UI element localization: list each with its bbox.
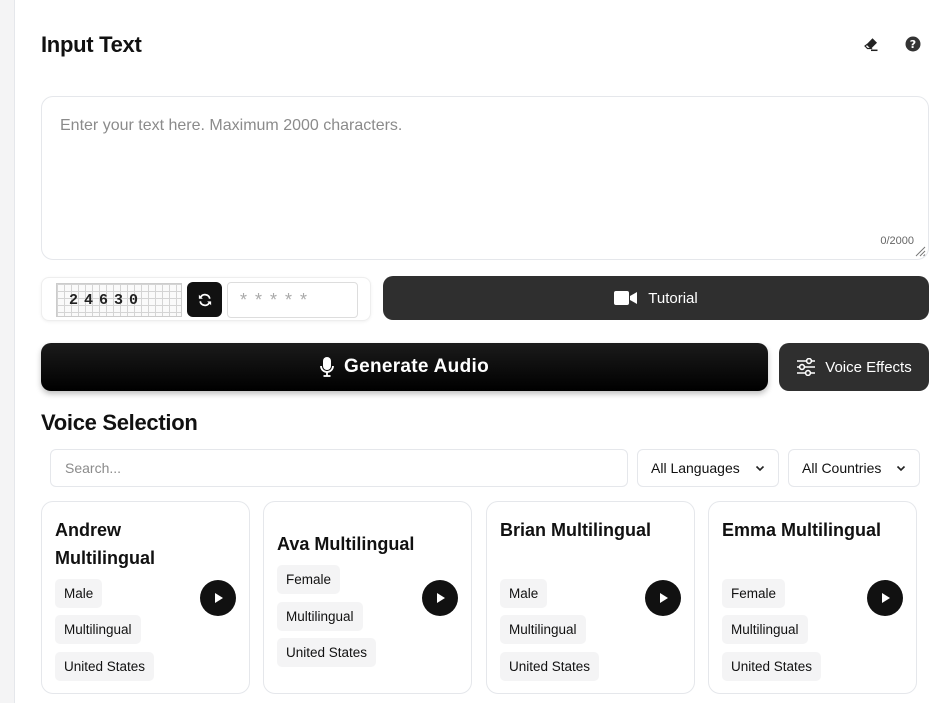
eraser-icon[interactable] [861,34,881,54]
chevron-down-icon [896,465,906,472]
voice-card-andrew[interactable]: Andrew Multilingual Male Multilingual Un… [41,501,250,694]
voice-card-ava[interactable]: Ava Multilingual Female Multilingual Uni… [263,501,472,694]
refresh-icon [198,293,211,306]
refresh-captcha-button[interactable] [187,282,222,317]
voice-gender-tag: Female [722,579,786,608]
captcha-box: 24630 [41,277,371,321]
play-icon [882,593,890,603]
play-icon [660,593,668,603]
play-preview-button[interactable] [422,580,458,616]
captcha-input[interactable] [227,282,358,318]
captcha-code: 24630 [69,291,145,309]
text-input-area: 0/2000 [41,96,929,260]
text-input[interactable] [42,97,928,259]
country-filter-select[interactable]: All Countries [788,449,920,487]
play-preview-button[interactable] [645,580,681,616]
voice-effects-label: Voice Effects [825,358,912,376]
language-filter-select[interactable]: All Languages [637,449,779,487]
play-icon [437,593,445,603]
voice-name: Ava Multilingual [277,534,415,554]
voice-effects-button[interactable]: Voice Effects [779,343,929,391]
help-icon[interactable]: ? [903,34,923,54]
voice-card-brian[interactable]: Brian Multilingual Male Multilingual Uni… [486,501,695,694]
voice-name: Brian Multilingual [500,520,651,540]
voice-name: Andrew Multilingual [55,520,155,568]
voice-card-emma[interactable]: Emma Multilingual Female Multilingual Un… [708,501,917,694]
voice-search-input[interactable] [50,449,628,487]
svg-text:?: ? [910,38,916,51]
tutorial-button[interactable]: Tutorial [383,276,929,320]
resize-handle-icon[interactable] [914,245,926,257]
generate-audio-label: Generate Audio [344,356,489,377]
input-panel: Input Text ? 0/2000 24630 [14,0,949,703]
play-preview-button[interactable] [200,580,236,616]
voice-type-tag: Multilingual [500,615,586,644]
voice-type-tag: Multilingual [722,615,808,644]
voice-gender-tag: Female [277,565,341,594]
input-text-title: Input Text [41,32,142,57]
generate-audio-button[interactable]: Generate Audio [41,343,768,391]
voice-name: Emma Multilingual [722,520,882,540]
voice-country-tag: United States [500,652,600,681]
play-icon [215,593,223,603]
language-filter-value: All Languages [651,460,740,476]
char-counter: 0/2000 [880,235,914,247]
country-filter-value: All Countries [802,460,882,476]
voice-selection-title: Voice Selection [41,410,198,435]
sliders-icon [797,358,816,376]
voice-type-tag: Multilingual [277,602,363,631]
voice-gender-tag: Male [55,579,103,608]
video-camera-icon [614,291,638,305]
voice-gender-tag: Male [500,579,548,608]
voice-country-tag: United States [277,638,377,667]
chevron-down-icon [755,465,765,472]
captcha-image: 24630 [56,283,182,317]
voice-country-tag: United States [722,652,822,681]
voice-country-tag: United States [55,652,155,681]
play-preview-button[interactable] [867,580,903,616]
voice-type-tag: Multilingual [55,615,141,644]
tutorial-label: Tutorial [648,289,698,307]
microphone-icon [320,357,334,377]
